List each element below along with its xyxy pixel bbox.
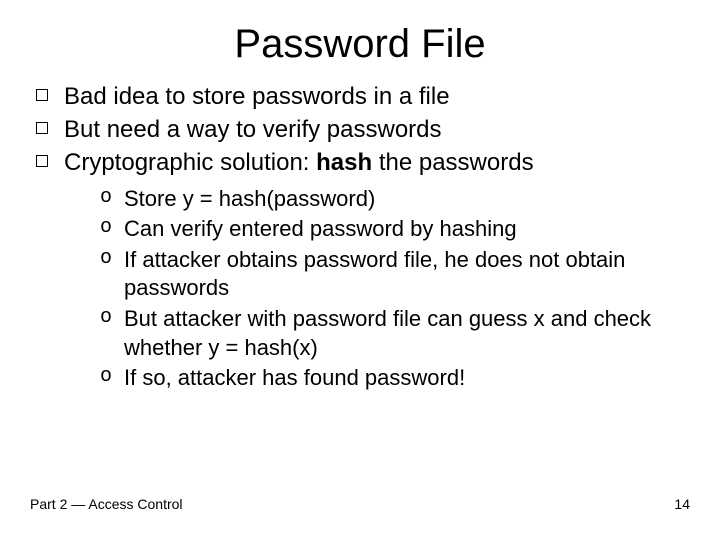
sub-item-text: If attacker obtains password file, he do… <box>124 247 625 301</box>
sub-item: o If so, attacker has found password! <box>100 364 690 393</box>
footer-left-suffix: Access Control <box>85 496 182 512</box>
sub-item-text: But attacker with password file can gues… <box>124 306 651 360</box>
hollow-square-icon <box>36 122 48 134</box>
sub-item-text: Store y = hash(password) <box>124 186 375 211</box>
letter-o-icon: o <box>100 246 112 272</box>
sub-item: o If attacker obtains password file, he … <box>100 246 690 303</box>
main-item-prefix: Cryptographic solution: <box>64 149 316 176</box>
sub-bullet-list: o Store y = hash(password) o Can verify … <box>30 185 690 393</box>
slide: Password File Bad idea to store password… <box>0 0 720 540</box>
footer-left: Part 2 — Access Control <box>30 496 183 512</box>
hollow-square-icon <box>36 89 48 101</box>
page-number: 14 <box>674 496 690 512</box>
sub-item: o Can verify entered password by hashing <box>100 215 690 244</box>
footer-left-prefix: Part 2 <box>30 496 71 512</box>
letter-o-icon: o <box>100 215 112 241</box>
main-item: Cryptographic solution: hash the passwor… <box>30 147 690 178</box>
main-item: Bad idea to store passwords in a file <box>30 81 690 112</box>
sub-item-text: If so, attacker has found password! <box>124 365 465 390</box>
slide-footer: Part 2 — Access Control 14 <box>30 496 690 512</box>
main-item: But need a way to verify passwords <box>30 114 690 145</box>
hollow-square-icon <box>36 155 48 167</box>
letter-o-icon: o <box>100 364 112 390</box>
main-bullet-list: Bad idea to store passwords in a file Bu… <box>30 81 690 179</box>
sub-item-text: Can verify entered password by hashing <box>124 216 517 241</box>
sub-item: o But attacker with password file can gu… <box>100 305 690 362</box>
main-item-text: But need a way to verify passwords <box>64 116 442 143</box>
slide-title: Password File <box>30 22 690 67</box>
letter-o-icon: o <box>100 185 112 211</box>
main-item-text: Bad idea to store passwords in a file <box>64 83 450 110</box>
letter-o-icon: o <box>100 305 112 331</box>
main-item-suffix: the passwords <box>372 149 533 176</box>
sub-item: o Store y = hash(password) <box>100 185 690 214</box>
main-item-bold: hash <box>316 149 372 176</box>
em-dash-icon: — <box>71 496 85 512</box>
